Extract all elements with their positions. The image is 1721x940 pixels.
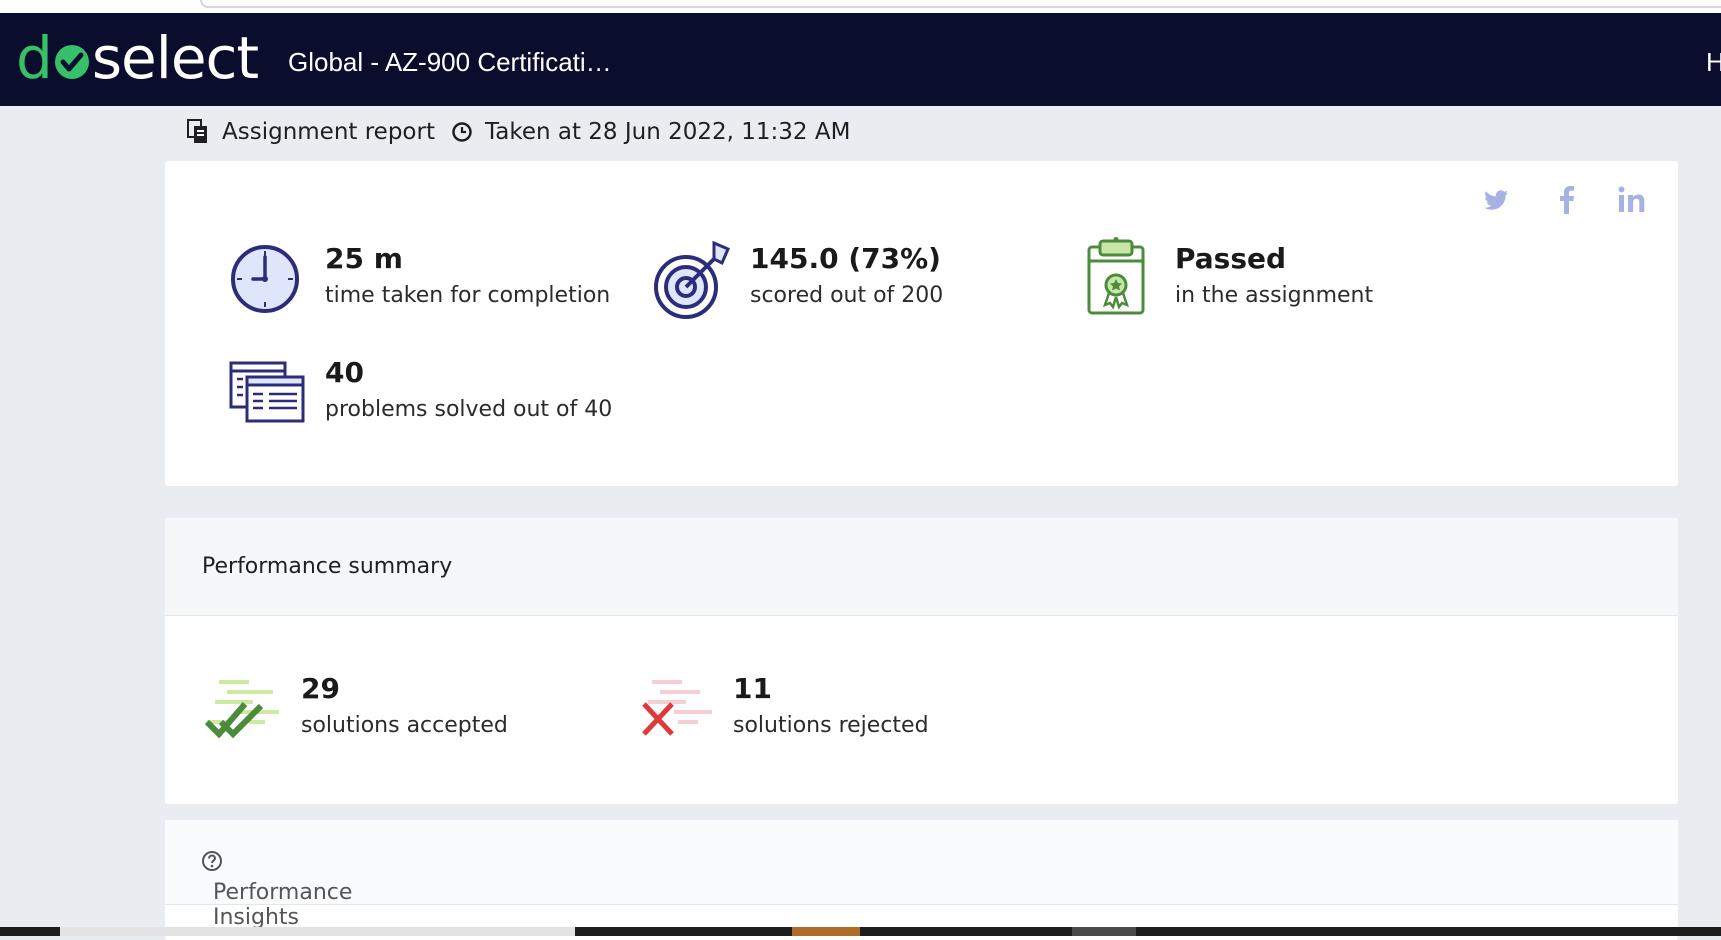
accepted-check-icon (205, 680, 279, 739)
status-value: Passed (1175, 242, 1287, 275)
clock-large-icon (231, 245, 299, 313)
taken-at-text: Taken at 28 Jun 2022, 11:32 AM (484, 119, 851, 145)
performance-summary-header: Performance summary (165, 518, 1678, 616)
rejected-x-icon (642, 680, 712, 736)
certificate-clipboard-icon (1087, 237, 1145, 315)
accepted-label: solutions accepted (301, 713, 508, 738)
rejected-stat: 11 solutions rejected (733, 672, 929, 738)
assignment-stats-card: 25 m time taken for completion 145.0 (73… (165, 161, 1678, 486)
rejected-value: 11 (733, 672, 772, 705)
performance-insights-header: Performance Insights (165, 820, 1678, 930)
logo-check-icon (54, 45, 89, 79)
header-user-initial[interactable]: H (1706, 47, 1721, 78)
facebook-icon[interactable] (1555, 185, 1579, 215)
score-value: 145.0 (73%) (750, 242, 941, 275)
performance-insights-card: Performance Insights (165, 820, 1678, 940)
accepted-value: 29 (301, 672, 340, 705)
score-label: scored out of 200 (750, 283, 944, 308)
report-icon (187, 119, 207, 143)
performance-summary-card: Performance summary 29 solutions accepte… (165, 518, 1678, 804)
performance-insights-title: Performance Insights (189, 850, 352, 930)
score-stat: 145.0 (73%) scored out of 200 (750, 242, 943, 308)
time-value: 25 m (325, 242, 403, 275)
accepted-stat: 29 solutions accepted (301, 672, 508, 738)
app-header: d select Global - AZ-900 Certificati… H (0, 13, 1721, 106)
breadcrumb: Assignment report Taken at 28 Jun 2022, … (186, 117, 850, 147)
browser-top-strip (0, 0, 1721, 13)
target-icon (654, 240, 730, 319)
problems-stat: 40 problems solved out of 40 (325, 356, 612, 422)
doselect-logo[interactable]: d select (16, 29, 259, 87)
os-taskbar (0, 927, 1721, 936)
twitter-icon[interactable] (1481, 185, 1511, 215)
problems-value: 40 (325, 356, 364, 389)
status-label: in the assignment (1175, 283, 1374, 308)
problems-windows-icon (229, 361, 305, 423)
page-title: Global - AZ-900 Certificati… (288, 47, 612, 77)
time-label: time taken for completion (325, 283, 611, 308)
linkedin-icon[interactable] (1617, 185, 1647, 215)
problems-label: problems solved out of 40 (325, 397, 613, 422)
status-stat: Passed in the assignment (1175, 242, 1373, 308)
assignment-report-label: Assignment report (222, 119, 435, 145)
time-stat: 25 m time taken for completion (325, 242, 610, 308)
help-icon[interactable] (201, 850, 223, 872)
performance-summary-title: Performance summary (202, 554, 453, 579)
rejected-label: solutions rejected (733, 713, 929, 738)
clock-icon (452, 122, 472, 142)
